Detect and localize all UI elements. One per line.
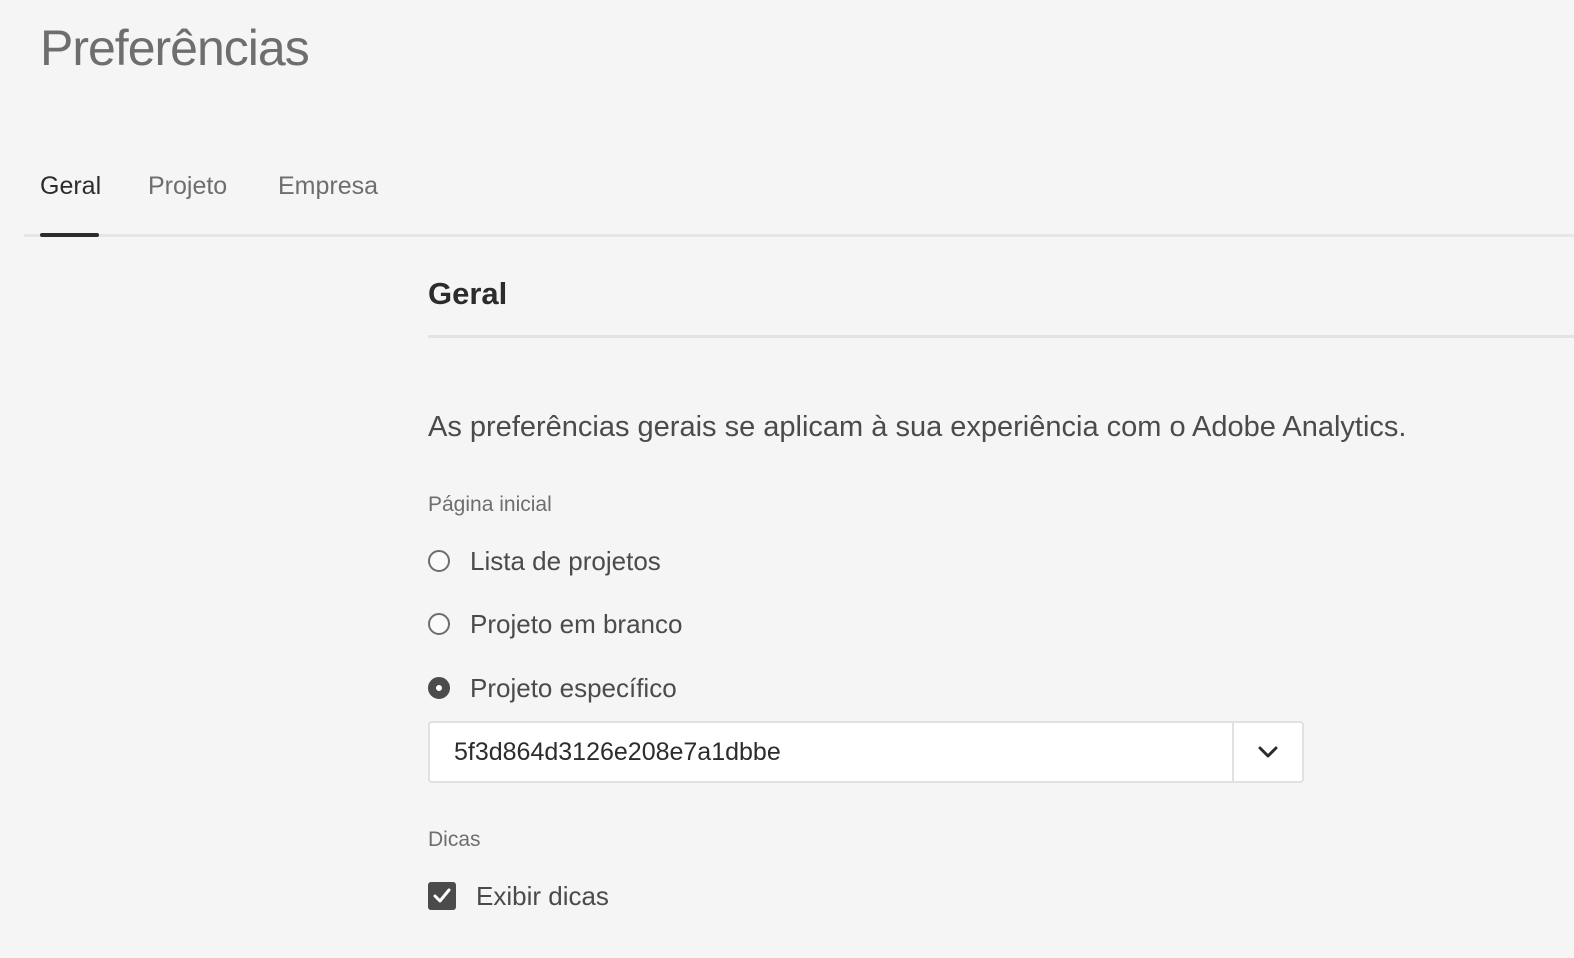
page-title: Preferências [40, 20, 310, 76]
radio-label: Projeto em branco [470, 609, 683, 639]
tab-list: Geral Projeto Empresa [24, 164, 1574, 237]
chevron-down-icon [1258, 746, 1278, 758]
radio-button-selected-icon[interactable] [428, 677, 450, 699]
radio-specific-project[interactable]: Projeto específico [428, 670, 677, 706]
radio-label: Projeto específico [470, 673, 677, 703]
start-page-label: Página inicial [428, 493, 552, 516]
checkmark-icon [433, 888, 451, 903]
radio-button-icon[interactable] [428, 550, 450, 572]
selected-tab-indicator [40, 233, 99, 237]
show-tips-checkbox[interactable]: Exibir dicas [428, 878, 609, 914]
checkbox-checked-icon[interactable] [428, 882, 456, 910]
tips-label: Dicas [428, 828, 481, 851]
tab-projeto[interactable]: Projeto [148, 168, 227, 204]
section-heading: Geral [428, 276, 508, 311]
section-description: As preferências gerais se aplicam à sua … [428, 411, 1407, 443]
section-divider [428, 335, 1574, 338]
radio-label: Lista de projetos [470, 546, 661, 576]
combobox-dropdown-button[interactable] [1232, 723, 1302, 781]
radio-button-icon[interactable] [428, 613, 450, 635]
radio-blank-project[interactable]: Projeto em branco [428, 606, 682, 642]
project-combobox[interactable] [428, 721, 1304, 783]
tab-geral[interactable]: Geral [40, 168, 101, 204]
project-id-input[interactable] [430, 723, 1235, 781]
radio-project-list[interactable]: Lista de projetos [428, 543, 661, 579]
checkbox-label: Exibir dicas [476, 881, 609, 911]
tab-empresa[interactable]: Empresa [278, 168, 378, 204]
